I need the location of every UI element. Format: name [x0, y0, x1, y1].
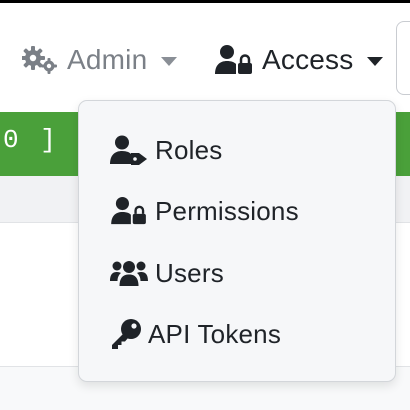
chevron-down-icon: [161, 56, 178, 66]
key-icon: [109, 318, 143, 350]
user-tag-icon: [109, 135, 149, 165]
menu-item-roles[interactable]: Roles: [109, 130, 222, 170]
menu-item-label: Roles: [155, 134, 223, 165]
nav-access-label: Access: [262, 44, 354, 75]
menu-item-label: Users: [155, 257, 224, 288]
chevron-down-icon: [367, 56, 384, 66]
search-input[interactable]: [396, 21, 410, 95]
menu-item-label: API Tokens: [148, 318, 282, 349]
status-bar-text: 0 ]: [3, 125, 59, 155]
menu-item-label: Permissions: [155, 195, 299, 226]
menu-item-permissions[interactable]: Permissions: [109, 191, 299, 231]
users-icon: [109, 259, 149, 287]
menu-item-api-tokens[interactable]: API Tokens: [109, 314, 281, 354]
user-lock-icon: [109, 196, 149, 226]
menu-item-users[interactable]: Users: [109, 253, 224, 293]
user-lock-icon: [215, 44, 253, 76]
page: Admin Access 0 ] Roles Permissions Users…: [0, 0, 410, 410]
nav-admin-label: Admin: [67, 44, 148, 75]
nav-access-dropdown[interactable]: Access: [215, 38, 384, 82]
nav-admin-dropdown[interactable]: Admin: [22, 38, 178, 82]
access-dropdown-menu: Roles Permissions Users API Tokens: [78, 100, 396, 382]
gears-icon: [22, 45, 58, 75]
top-navbar: Admin Access: [0, 0, 410, 112]
